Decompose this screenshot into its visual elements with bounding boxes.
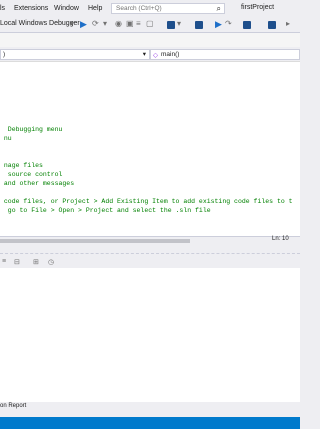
dropdown-chevron-icon[interactable]: ▾ bbox=[70, 19, 74, 28]
code-line: nage files bbox=[0, 162, 43, 169]
status-bar bbox=[0, 417, 300, 429]
overflow-icon[interactable]: ▸ bbox=[286, 19, 290, 28]
scrollbar-thumb[interactable] bbox=[0, 239, 190, 243]
search-placeholder: Search (Ctrl+Q) bbox=[116, 5, 162, 12]
code-editor[interactable]: Debugging menu nu nage files source cont… bbox=[0, 61, 300, 237]
align-icon[interactable]: ≡ bbox=[2, 258, 6, 265]
menu-tools[interactable]: ls bbox=[0, 5, 5, 12]
hidden-icon[interactable]: ▢ bbox=[146, 19, 154, 28]
horizontal-scrollbar[interactable] bbox=[0, 236, 300, 245]
code-line: nu bbox=[0, 135, 12, 142]
refresh-icon[interactable]: ⟳ bbox=[92, 19, 99, 28]
chevron-down-icon[interactable]: ▾ bbox=[177, 19, 181, 28]
step-over-icon[interactable]: ↷ bbox=[225, 19, 232, 28]
code-line: Debugging menu bbox=[0, 126, 63, 133]
folder-icon[interactable]: ▣ bbox=[126, 19, 134, 28]
menu-window[interactable]: Window bbox=[54, 5, 79, 12]
search-icon[interactable]: ⌕ bbox=[217, 4, 221, 14]
chevron-down-icon: ▾ bbox=[142, 51, 146, 58]
error-list-tab[interactable]: on Report bbox=[0, 403, 26, 409]
flame-icon[interactable]: ◉ bbox=[115, 19, 122, 28]
function-dropdown[interactable]: ◇ main() bbox=[150, 49, 300, 60]
scope-value: ) bbox=[3, 51, 6, 58]
step-icon[interactable] bbox=[195, 21, 203, 29]
stop-icon[interactable] bbox=[243, 21, 251, 29]
debugger-button[interactable]: Local Windows Debugger bbox=[0, 20, 80, 27]
code-line: and other messages bbox=[0, 180, 75, 187]
menu-bar: ls Extensions Window Help Search (Ctrl+Q… bbox=[0, 0, 300, 18]
function-value: main() bbox=[161, 51, 180, 58]
continue-icon[interactable]: ▶ bbox=[215, 19, 222, 30]
panel-splitter[interactable] bbox=[0, 253, 300, 255]
navigation-bar bbox=[0, 32, 300, 47]
more-icon[interactable]: ▾ bbox=[103, 19, 107, 28]
format-icon[interactable] bbox=[268, 21, 276, 29]
menu-help[interactable]: Help bbox=[88, 5, 102, 12]
clear-icon[interactable]: ⊟ bbox=[14, 258, 20, 266]
output-toolbar: ≡ ⊟ ⊞ ◷ bbox=[0, 256, 300, 268]
toolbar: Local Windows Debugger ▾ ▶ ⟳ ▾ ◉ ▣ ≡ ▢ ▾… bbox=[0, 18, 300, 32]
project-title: firstProject bbox=[241, 4, 275, 11]
search-box[interactable]: Search (Ctrl+Q) ⌕ bbox=[111, 3, 225, 14]
breakpoint-icon[interactable] bbox=[167, 21, 175, 29]
function-icon: ◇ bbox=[153, 52, 158, 59]
start-icon[interactable]: ▶ bbox=[80, 19, 87, 30]
scope-dropdown[interactable]: ) ▾ bbox=[0, 49, 150, 60]
menu-extensions[interactable]: Extensions bbox=[14, 5, 48, 12]
list-icon[interactable]: ≡ bbox=[136, 19, 141, 28]
output-pane[interactable] bbox=[0, 268, 300, 402]
code-line: go to File > Open > Project and select t… bbox=[0, 207, 211, 214]
code-line: source control bbox=[0, 171, 63, 178]
wrap-icon[interactable]: ⊞ bbox=[33, 258, 39, 266]
line-indicator: Ln: 10 bbox=[272, 236, 289, 242]
history-icon[interactable]: ◷ bbox=[48, 258, 54, 266]
code-line: code files, or Project > Add Existing It… bbox=[0, 198, 293, 205]
